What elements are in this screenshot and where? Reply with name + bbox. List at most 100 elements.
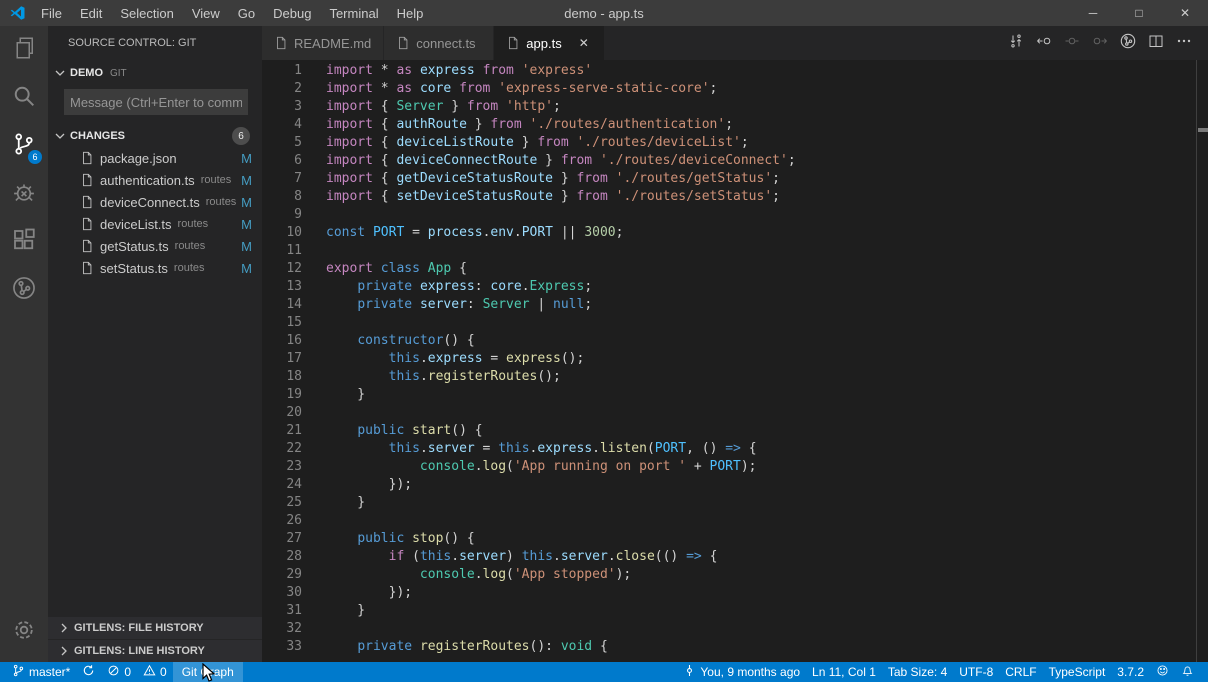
line-number: 18 [262,368,302,386]
code-line[interactable]: 16 constructor() { [262,332,1208,350]
menu-go[interactable]: Go [229,0,264,26]
file-name: authentication.ts [100,173,195,188]
code-line[interactable]: 12export class App { [262,260,1208,278]
git-graph-view-button[interactable] [1114,26,1142,60]
tab-connect-ts[interactable]: connect.ts [384,26,494,60]
code-text: } [326,602,365,620]
gear-icon [12,618,36,647]
code-editor[interactable]: 1import * as express from 'express'2impo… [262,60,1208,662]
menu-help[interactable]: Help [388,0,433,26]
menu-file[interactable]: File [32,0,71,26]
changed-file-row[interactable]: deviceList.tsroutesM [48,213,262,235]
commit-message-input[interactable] [64,89,248,115]
menu-debug[interactable]: Debug [264,0,320,26]
activity-item-explorer[interactable] [0,26,48,74]
menu-edit[interactable]: Edit [71,0,111,26]
changed-file-row[interactable]: setStatus.tsroutesM [48,257,262,279]
code-text: console.log('App running on port ' + POR… [326,458,757,476]
gitlens-section-gitlens-file-history[interactable]: GITLENS: FILE HISTORY [48,617,262,639]
editor-scrollbar[interactable] [1196,60,1208,662]
activity-item-git-graph[interactable] [0,266,48,314]
file-icon [80,239,94,253]
status-notifications[interactable] [1175,662,1200,682]
changes-section-header[interactable]: CHANGES 6 [48,125,262,147]
code-line[interactable]: 20 [262,404,1208,422]
tab-app-ts[interactable]: app.ts✕ [494,26,604,60]
changed-file-row[interactable]: getStatus.tsroutesM [48,235,262,257]
code-line[interactable]: 19 } [262,386,1208,404]
code-line[interactable]: 2import * as core from 'express-serve-st… [262,80,1208,98]
code-line[interactable]: 17 this.express = express(); [262,350,1208,368]
tab-README-md[interactable]: README.md [262,26,384,60]
code-line[interactable]: 28 if (this.server) this.server.close(()… [262,548,1208,566]
code-text: export class App { [326,260,467,278]
code-line[interactable]: 13 private express: core.Express; [262,278,1208,296]
code-line[interactable]: 4import { authRoute } from './routes/aut… [262,116,1208,134]
open-changes-icon [1008,33,1024,54]
code-line[interactable]: 15 [262,314,1208,332]
activity-item-manage[interactable] [0,608,48,656]
previous-revision-button[interactable] [1030,26,1058,60]
code-line[interactable]: 25 } [262,494,1208,512]
status-indentation[interactable]: Tab Size: 4 [882,662,953,682]
status-sync-action[interactable] [76,662,101,682]
code-line[interactable]: 31 } [262,602,1208,620]
split-editor-button[interactable] [1142,26,1170,60]
more-actions-button[interactable] [1170,26,1198,60]
code-line[interactable]: 9 [262,206,1208,224]
code-line[interactable]: 1import * as express from 'express' [262,62,1208,80]
file-folder-hint: routes [175,240,206,252]
changed-file-row[interactable]: authentication.tsroutesM [48,169,262,191]
maximize-button[interactable]: □ [1116,0,1162,26]
activity-item-extensions[interactable] [0,218,48,266]
close-button[interactable]: ✕ [1162,0,1208,26]
gitlens-section-gitlens-line-history[interactable]: GITLENS: LINE HISTORY [48,640,262,662]
code-line[interactable]: 29 console.log('App stopped'); [262,566,1208,584]
code-line[interactable]: 32 [262,620,1208,638]
code-line[interactable]: 26 [262,512,1208,530]
minimize-button[interactable]: ─ [1070,0,1116,26]
code-line[interactable]: 6import { deviceConnectRoute } from './r… [262,152,1208,170]
status-error-count[interactable]: 0 [101,662,137,682]
repo-section-header[interactable]: DEMO GIT [48,61,262,85]
changed-file-row[interactable]: deviceConnect.tsroutesM [48,191,262,213]
code-text: this.registerRoutes(); [326,368,561,386]
status-feedback[interactable] [1150,662,1175,682]
status-warning-count[interactable]: 0 [137,662,173,682]
activity-item-source-control[interactable]: 6 [0,122,48,170]
code-line[interactable]: 27 public stop() { [262,530,1208,548]
editor-tab-bar: README.mdconnect.tsapp.ts✕ [262,26,1208,60]
status-cursor-position[interactable]: Ln 11, Col 1 [806,662,882,682]
code-line[interactable]: 24 }); [262,476,1208,494]
code-line[interactable]: 23 console.log('App running on port ' + … [262,458,1208,476]
close-icon[interactable]: ✕ [576,36,592,50]
line-number: 15 [262,314,302,332]
code-line[interactable]: 11 [262,242,1208,260]
extensions-icon [12,228,36,257]
code-line[interactable]: 3import { Server } from 'http'; [262,98,1208,116]
code-line[interactable]: 33 private registerRoutes(): void { [262,638,1208,656]
status-language-mode[interactable]: TypeScript [1043,662,1112,682]
code-line[interactable]: 30 }); [262,584,1208,602]
menu-view[interactable]: View [183,0,229,26]
status-typescript-version[interactable]: 3.7.2 [1111,662,1150,682]
code-line[interactable]: 8import { setDeviceStatusRoute } from '.… [262,188,1208,206]
activity-item-search[interactable] [0,74,48,122]
code-line[interactable]: 14 private server: Server | null; [262,296,1208,314]
status-eol-sequence[interactable]: CRLF [999,662,1042,682]
open-changes-button[interactable] [1002,26,1030,60]
status-git-graph-launcher[interactable]: Git Graph [173,662,243,682]
code-line[interactable]: 22 this.server = this.express.listen(POR… [262,440,1208,458]
code-line[interactable]: 7import { getDeviceStatusRoute } from '.… [262,170,1208,188]
code-line[interactable]: 18 this.registerRoutes(); [262,368,1208,386]
status-branch-indicator[interactable]: master* [6,662,76,682]
menu-terminal[interactable]: Terminal [320,0,387,26]
changed-file-row[interactable]: package.jsonM [48,147,262,169]
activity-item-debug[interactable] [0,170,48,218]
code-line[interactable]: 21 public start() { [262,422,1208,440]
code-line[interactable]: 5import { deviceListRoute } from './rout… [262,134,1208,152]
menu-selection[interactable]: Selection [111,0,182,26]
status-gitlens-blame[interactable]: You, 9 months ago [677,662,806,682]
status-encoding[interactable]: UTF-8 [953,662,999,682]
code-line[interactable]: 10const PORT = process.env.PORT || 3000; [262,224,1208,242]
